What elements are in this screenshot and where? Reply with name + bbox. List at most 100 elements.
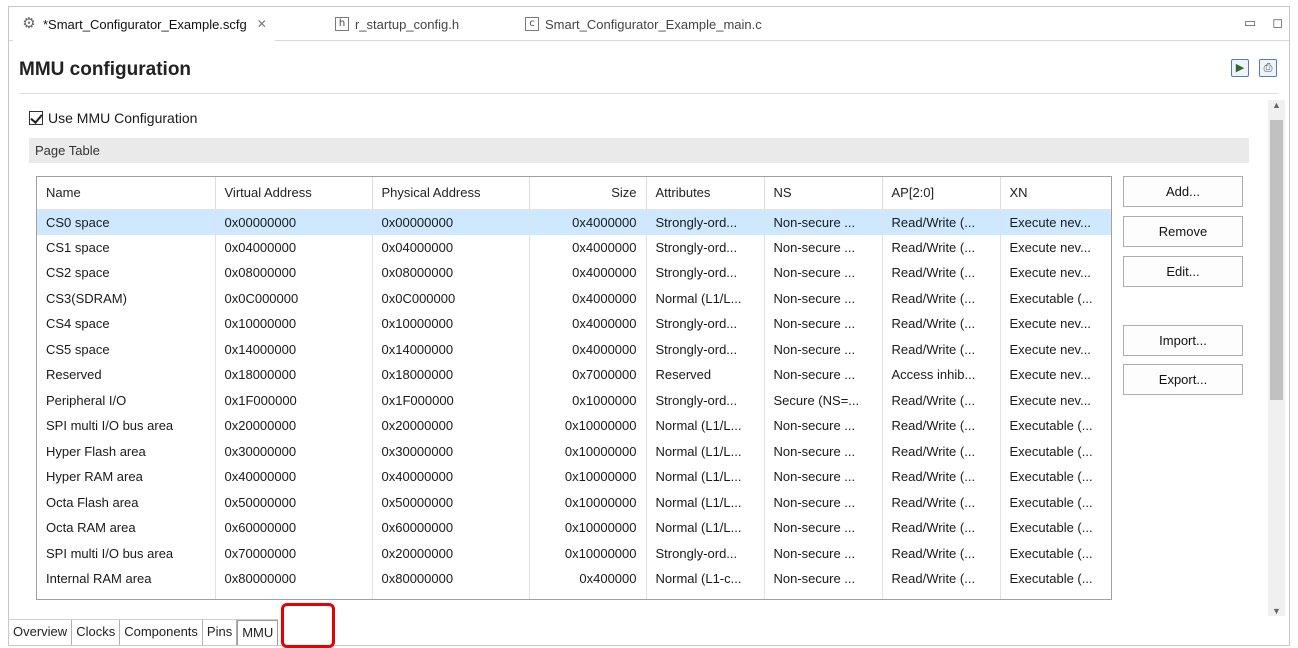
- table-row[interactable]: SPI multi I/O bus area 0x20000000 0x200000…: [37, 413, 1111, 439]
- table-cell: Reserved: [37, 591, 216, 599]
- table-cell: Read/Write (...: [882, 438, 1001, 464]
- table-cell: 0x60000000: [372, 515, 530, 541]
- column-header[interactable]: XN: [1000, 177, 1111, 210]
- table-row[interactable]: Internal RAM area 0x80000000 0x80000000 0x4…: [37, 566, 1111, 592]
- column-header[interactable]: NS: [764, 177, 883, 210]
- table-row[interactable]: CS3(SDRAM) 0x0C000000 0x0C000000 0x4000000 N…: [37, 285, 1111, 311]
- table-cell: 0x10000000: [529, 540, 647, 566]
- tab-label: *Smart_Configurator_Example.scfg: [43, 16, 247, 32]
- table-row[interactable]: CS5 space 0x14000000 0x14000000 0x4000000 St…: [37, 336, 1111, 362]
- table-cell: 0x4000000: [529, 234, 647, 260]
- table-cell: Octa RAM area: [37, 515, 216, 541]
- table-cell: Non-secure ...: [764, 566, 883, 592]
- table-cell: 0x18000000: [372, 362, 530, 388]
- table-row[interactable]: Hyper RAM area 0x40000000 0x40000000 0x1000…: [37, 464, 1111, 490]
- table-row[interactable]: SPI multi I/O bus area 0x70000000 0x200000…: [37, 540, 1111, 566]
- bottom-tab-pins[interactable]: Pins: [203, 620, 238, 645]
- close-icon[interactable]: ✕: [257, 17, 267, 31]
- bottom-tab-clocks[interactable]: Clocks: [72, 620, 121, 645]
- table-body: CS0 space 0x00000000 0x00000000 0x4000000 St…: [37, 209, 1111, 599]
- table-row[interactable]: Reserved0x804000000x804000000x1C00000Res…: [37, 591, 1111, 599]
- table-cell: 0x10000000: [529, 438, 647, 464]
- table-cell: 0x08000000: [372, 260, 530, 286]
- scroll-up-icon[interactable]: ▲: [1268, 100, 1285, 110]
- table-cell: 0x4000000: [529, 285, 647, 311]
- c-file-icon: c: [525, 17, 539, 31]
- table-cell: Strongly-ord...: [646, 336, 765, 362]
- use-mmu-checkbox[interactable]: [29, 111, 43, 125]
- column-header[interactable]: AP[2:0]: [882, 177, 1001, 210]
- page-title: MMU configuration: [19, 59, 192, 80]
- bottom-tab-overview[interactable]: Overview: [9, 620, 73, 645]
- import-button[interactable]: Import...: [1123, 325, 1243, 356]
- table-cell: 0x10000000: [529, 413, 647, 439]
- page-table[interactable]: Name Virtual Address Physical Address Size A…: [36, 176, 1112, 600]
- editor-tab-bar: ⚙ *Smart_Configurator_Example.scfg ✕ h r…: [9, 7, 1289, 41]
- minimize-icon[interactable]: ▭: [1244, 15, 1256, 31]
- table-cell: 0x4000000: [529, 311, 647, 337]
- table-row[interactable]: Hyper Flash area 0x30000000 0x30000000 0x10…: [37, 438, 1111, 464]
- bottom-tab-components[interactable]: Components: [120, 620, 203, 645]
- bottom-tab-mmu[interactable]: MMU: [237, 620, 279, 645]
- remove-button[interactable]: Remove: [1123, 216, 1243, 247]
- table-row[interactable]: CS4 space 0x10000000 0x10000000 0x4000000 St…: [37, 311, 1111, 337]
- column-header[interactable]: Name: [37, 177, 216, 210]
- table-cell: Hyper RAM area: [37, 464, 216, 490]
- edit-button[interactable]: Edit...: [1123, 256, 1243, 287]
- generate-code-icon[interactable]: ▶: [1231, 59, 1249, 77]
- table-cell: CS2 space: [37, 260, 216, 286]
- table-cell: 0x1C00000: [529, 591, 647, 599]
- table-row[interactable]: Octa Flash area 0x50000000 0x50000000 0x100…: [37, 489, 1111, 515]
- table-cell: Strongly-ord...: [646, 540, 765, 566]
- table-cell: 0x70000000: [215, 540, 373, 566]
- scroll-down-icon[interactable]: ▼: [1268, 606, 1285, 616]
- table-cell: Read/Write (...: [882, 515, 1001, 541]
- column-header[interactable]: Virtual Address: [215, 177, 373, 210]
- table-cell: 0x00000000: [215, 209, 373, 235]
- tab-r-startup-config[interactable]: h r_startup_config.h: [327, 7, 467, 41]
- table-cell: Non-secure ...: [764, 260, 883, 286]
- table-cell: Non-secure ...: [764, 209, 883, 235]
- table-row[interactable]: Octa RAM area 0x60000000 0x60000000 0x10000…: [37, 515, 1111, 541]
- table-cell: Read/Write (...: [882, 464, 1001, 490]
- table-cell: 0x4000000: [529, 209, 647, 235]
- table-cell: Execute nev...: [1000, 209, 1111, 235]
- tab-smart-configurator-scfg[interactable]: ⚙ *Smart_Configurator_Example.scfg ✕: [13, 7, 275, 41]
- table-row[interactable]: CS2 space 0x08000000 0x08000000 0x4000000 St…: [37, 260, 1111, 286]
- table-row[interactable]: Peripheral I/O 0x1F000000 0x1F000000 0x1000…: [37, 387, 1111, 413]
- table-cell: Strongly-ord...: [646, 387, 765, 413]
- column-header[interactable]: Physical Address: [372, 177, 530, 210]
- table-row[interactable]: Reserved 0x18000000 0x18000000 0x7000000 Res…: [37, 362, 1111, 388]
- table-cell: Reserved: [37, 362, 216, 388]
- table-row[interactable]: CS1 space 0x04000000 0x04000000 0x4000000 St…: [37, 234, 1111, 260]
- table-cell: 0x04000000: [372, 234, 530, 260]
- table-cell: 0x400000: [529, 566, 647, 592]
- table-cell: 0x14000000: [215, 336, 373, 362]
- table-cell: Read/Write (...: [882, 489, 1001, 515]
- tab-main-c[interactable]: c Smart_Configurator_Example_main.c: [517, 7, 770, 41]
- table-cell: 0x40000000: [215, 464, 373, 490]
- table-cell: Strongly-ord...: [646, 209, 765, 235]
- bottom-tab-bar: Overview Clocks Components Pins MMU: [9, 619, 279, 645]
- print-icon[interactable]: ⎙: [1259, 59, 1277, 77]
- table-cell: Execute nev...: [1000, 336, 1111, 362]
- table-cell: SPI multi I/O bus area: [37, 413, 216, 439]
- column-header[interactable]: Attributes: [646, 177, 765, 210]
- gear-icon: ⚙: [22, 14, 36, 32]
- export-button[interactable]: Export...: [1123, 364, 1243, 395]
- table-row[interactable]: CS0 space 0x00000000 0x00000000 0x4000000 St…: [37, 209, 1111, 235]
- vertical-scrollbar[interactable]: ▲ ▼: [1268, 100, 1285, 616]
- header-divider: [19, 93, 1279, 94]
- table-cell: Read/Write (...: [882, 311, 1001, 337]
- scrollbar-thumb[interactable]: [1270, 120, 1283, 400]
- table-cell: 0x10000000: [529, 489, 647, 515]
- tab-label: r_startup_config.h: [355, 16, 460, 32]
- add-button[interactable]: Add...: [1123, 176, 1243, 207]
- table-cell: Normal (L1/L...: [646, 464, 765, 490]
- table-cell: Executable (...: [1000, 515, 1111, 541]
- table-cell: 0x80000000: [215, 566, 373, 592]
- maximize-icon[interactable]: ◻: [1272, 15, 1283, 31]
- column-header[interactable]: Size: [529, 177, 647, 210]
- table-cell: CS5 space: [37, 336, 216, 362]
- use-mmu-checkbox-row[interactable]: Use MMU Configuration: [29, 110, 197, 126]
